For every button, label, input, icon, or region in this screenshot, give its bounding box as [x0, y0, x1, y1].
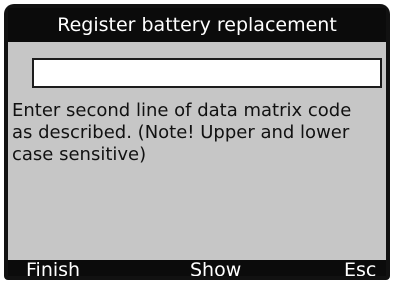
- show-button[interactable]: Show: [190, 258, 241, 276]
- instruction-line-3: case sensitive): [12, 144, 147, 165]
- device-frame: Register battery replacement Enter secon…: [4, 4, 390, 280]
- finish-button[interactable]: Finish: [26, 258, 80, 276]
- esc-button[interactable]: Esc: [344, 258, 376, 276]
- page-title: Register battery replacement: [8, 8, 386, 42]
- data-matrix-input[interactable]: [32, 58, 382, 88]
- device-screen: Register battery replacement Enter secon…: [8, 8, 386, 276]
- instruction-line-1: Enter second line of data matrix code: [12, 100, 352, 121]
- instruction-message: Enter second line of data matrix code as…: [12, 100, 386, 166]
- instruction-line-2: as described. (Note! Upper and lower: [12, 122, 350, 143]
